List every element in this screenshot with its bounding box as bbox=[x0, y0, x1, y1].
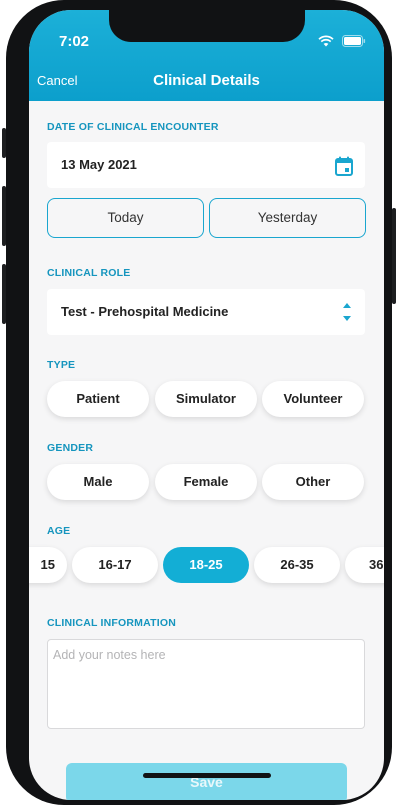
today-button[interactable]: Today bbox=[47, 198, 204, 238]
page-title: Clinical Details bbox=[153, 72, 260, 89]
age-option-18-25[interactable]: 18-25 bbox=[163, 547, 249, 583]
gender-option-male[interactable]: Male bbox=[47, 464, 149, 500]
power-button bbox=[392, 208, 396, 304]
encounter-date-label: DATE OF CLINICAL ENCOUNTER bbox=[47, 121, 219, 133]
clinical-role-value: Test - Prehospital Medicine bbox=[61, 304, 229, 319]
status-icons bbox=[318, 34, 366, 52]
status-time: 7:02 bbox=[59, 33, 90, 50]
clinical-role-select[interactable]: Test - Prehospital Medicine bbox=[47, 289, 365, 335]
gender-label: GENDER bbox=[47, 442, 94, 454]
battery-icon bbox=[342, 34, 366, 52]
phone-frame: 7:02 Cancel Clinical Details DATE OF CLI… bbox=[2, 0, 396, 805]
type-label: TYPE bbox=[47, 359, 76, 371]
yesterday-button[interactable]: Yesterday bbox=[209, 198, 366, 238]
age-option-15[interactable]: 15 bbox=[29, 547, 67, 583]
nav-header: 7:02 Cancel Clinical Details bbox=[29, 10, 384, 101]
notch bbox=[109, 10, 305, 42]
select-arrows-icon bbox=[342, 301, 352, 328]
encounter-date-field[interactable]: 13 May 2021 bbox=[47, 142, 365, 188]
calendar-icon[interactable] bbox=[335, 156, 353, 181]
age-label: AGE bbox=[47, 525, 71, 537]
clinical-notes-input[interactable] bbox=[47, 639, 365, 729]
age-option-16-17[interactable]: 16-17 bbox=[72, 547, 158, 583]
clinical-info-label: CLINICAL INFORMATION bbox=[47, 617, 177, 629]
type-option-patient[interactable]: Patient bbox=[47, 381, 149, 417]
encounter-date-value: 13 May 2021 bbox=[61, 157, 137, 172]
volume-down-button bbox=[2, 264, 6, 324]
age-option-26-35[interactable]: 26-35 bbox=[254, 547, 340, 583]
clinical-role-label: CLINICAL ROLE bbox=[47, 267, 131, 279]
home-indicator bbox=[143, 773, 271, 778]
volume-up-button bbox=[2, 186, 6, 246]
mute-switch bbox=[2, 128, 6, 158]
type-option-volunteer[interactable]: Volunteer bbox=[262, 381, 364, 417]
type-option-simulator[interactable]: Simulator bbox=[155, 381, 257, 417]
gender-option-female[interactable]: Female bbox=[155, 464, 257, 500]
screen: 7:02 Cancel Clinical Details DATE OF CLI… bbox=[29, 10, 384, 800]
wifi-icon bbox=[318, 34, 334, 52]
save-button[interactable]: Save bbox=[66, 763, 347, 800]
gender-option-other[interactable]: Other bbox=[262, 464, 364, 500]
age-option-36[interactable]: 36 bbox=[345, 547, 384, 583]
